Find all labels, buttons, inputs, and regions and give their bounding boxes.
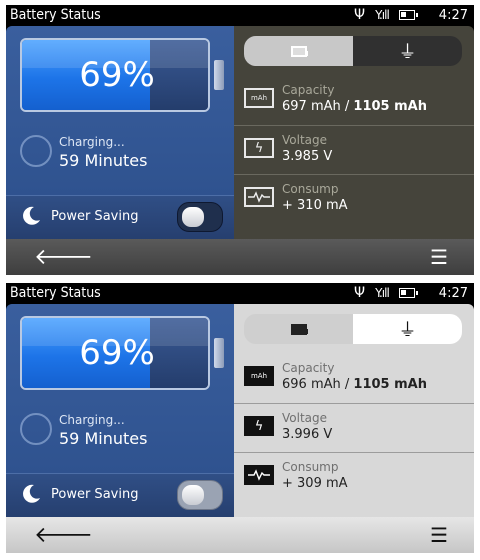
- capacity-current: 696 mAh /: [282, 377, 350, 392]
- capacity-value: 697 mAh / 1105 mAh: [282, 99, 427, 114]
- status-bar: Battery Status Ψ Y.ıll 4:27: [6, 283, 474, 304]
- app-content: 69% Charging... 59 Minutes Power Saving: [6, 26, 474, 239]
- clock: 4:27: [438, 285, 468, 301]
- charging-label: Charging...: [59, 413, 125, 427]
- app-content: 69% Charging... 59 Minutes Power Saving: [6, 304, 474, 517]
- consumption-row: Consump + 309 mA: [234, 452, 474, 498]
- status-icons: Ψ Y.ıll 4:27: [354, 285, 468, 301]
- power-saving-toggle[interactable]: [177, 480, 223, 510]
- battery-gauge: 69%: [20, 316, 224, 390]
- capacity-icon: mAh: [244, 366, 274, 386]
- status-icons: Ψ Y.ıll 4:27: [354, 7, 468, 23]
- info-panel: ⏚ mAh Capacity 697 mAh / 1105 mAh ϟ Volt…: [234, 26, 474, 239]
- power-saving-label: Power Saving: [51, 487, 139, 502]
- capacity-icon: mAh: [244, 88, 274, 108]
- battery-mode-tab[interactable]: [244, 314, 353, 344]
- status-bar-title: Battery Status: [10, 285, 101, 301]
- moon-icon: [23, 484, 40, 503]
- bottom-toolbar: 🡐 ☰: [6, 239, 474, 275]
- capacity-current: 697 mAh /: [282, 99, 350, 114]
- info-panel: ⏚ mAh Capacity 696 mAh / 1105 mAh ϟ Volt…: [234, 304, 474, 517]
- bottom-toolbar: 🡐 ☰: [6, 517, 474, 553]
- charger-mode-tab[interactable]: ⏚: [353, 314, 462, 344]
- battery-icon: [290, 323, 308, 335]
- voltage-label: Voltage: [282, 411, 328, 425]
- consumption-label: Consump: [282, 182, 339, 196]
- back-arrow-icon[interactable]: 🡐: [34, 244, 93, 270]
- battery-gauge: 69%: [20, 38, 224, 112]
- moon-icon: [23, 206, 40, 225]
- voltage-row: ϟ Voltage 3.985 V: [234, 125, 474, 171]
- voltage-value: 3.996 V: [282, 427, 333, 442]
- voltage-value: 3.985 V: [282, 149, 333, 164]
- capacity-label: Capacity: [282, 83, 335, 97]
- charging-spinner-icon: [20, 413, 52, 445]
- battery-indicator-icon: [398, 288, 418, 298]
- plug-icon: ⏚: [398, 42, 417, 63]
- battery-indicator-icon: [398, 10, 418, 20]
- capacity-value: 696 mAh / 1105 mAh: [282, 377, 427, 392]
- toggle-knob: [182, 207, 204, 227]
- charging-status: Charging... 59 Minutes: [20, 131, 230, 175]
- lightning-icon: ϟ: [244, 416, 274, 436]
- pulse-icon: [244, 187, 274, 207]
- clock: 4:27: [438, 7, 468, 23]
- battery-percent: 69%: [79, 55, 155, 95]
- screen-dark-theme: Battery Status Ψ Y.ıll 4:27 69% Charging…: [6, 5, 474, 275]
- voltage-label: Voltage: [282, 133, 328, 147]
- toggle-knob: [182, 485, 204, 505]
- mode-segmented-control: ⏚: [244, 36, 462, 66]
- consumption-value: + 310 mA: [282, 198, 348, 213]
- usb-icon: Ψ: [354, 285, 366, 301]
- power-saving-toggle[interactable]: [177, 202, 223, 232]
- plug-icon: ⏚: [398, 320, 417, 341]
- status-bar: Battery Status Ψ Y.ıll 4:27: [6, 5, 474, 26]
- battery-panel: 69% Charging... 59 Minutes Power Saving: [6, 304, 234, 517]
- usb-icon: Ψ: [354, 7, 366, 23]
- menu-icon[interactable]: ☰: [430, 245, 448, 269]
- power-saving-label: Power Saving: [51, 209, 139, 224]
- consumption-value: + 309 mA: [282, 476, 348, 491]
- battery-panel: 69% Charging... 59 Minutes Power Saving: [6, 26, 234, 239]
- screen-light-theme: Battery Status Ψ Y.ıll 4:27 69% Charging…: [6, 283, 474, 553]
- charging-time: 59 Minutes: [59, 429, 148, 448]
- mode-segmented-control: ⏚: [244, 314, 462, 344]
- back-arrow-icon[interactable]: 🡐: [34, 522, 93, 548]
- charging-status: Charging... 59 Minutes: [20, 409, 230, 453]
- power-saving-row: Power Saving: [6, 473, 234, 517]
- signal-icon: Y.ıll: [375, 286, 390, 300]
- charging-label: Charging...: [59, 135, 125, 149]
- battery-percent: 69%: [79, 333, 155, 373]
- voltage-row: ϟ Voltage 3.996 V: [234, 403, 474, 449]
- signal-icon: Y.ıll: [375, 8, 390, 22]
- lightning-icon: ϟ: [244, 138, 274, 158]
- capacity-total: 1105 mAh: [353, 99, 427, 114]
- battery-tip: [214, 60, 224, 90]
- capacity-row: mAh Capacity 697 mAh / 1105 mAh: [234, 76, 474, 122]
- charging-spinner-icon: [20, 135, 52, 167]
- status-bar-title: Battery Status: [10, 7, 101, 23]
- menu-icon[interactable]: ☰: [430, 523, 448, 547]
- battery-tip: [214, 338, 224, 368]
- battery-mode-tab[interactable]: [244, 36, 353, 66]
- capacity-total: 1105 mAh: [353, 377, 427, 392]
- charging-time: 59 Minutes: [59, 151, 148, 170]
- capacity-label: Capacity: [282, 361, 335, 375]
- power-saving-row: Power Saving: [6, 195, 234, 239]
- pulse-icon: [244, 465, 274, 485]
- consumption-row: Consump + 310 mA: [234, 174, 474, 220]
- charger-mode-tab[interactable]: ⏚: [353, 36, 462, 66]
- capacity-row: mAh Capacity 696 mAh / 1105 mAh: [234, 354, 474, 400]
- battery-icon: [290, 45, 308, 57]
- consumption-label: Consump: [282, 460, 339, 474]
